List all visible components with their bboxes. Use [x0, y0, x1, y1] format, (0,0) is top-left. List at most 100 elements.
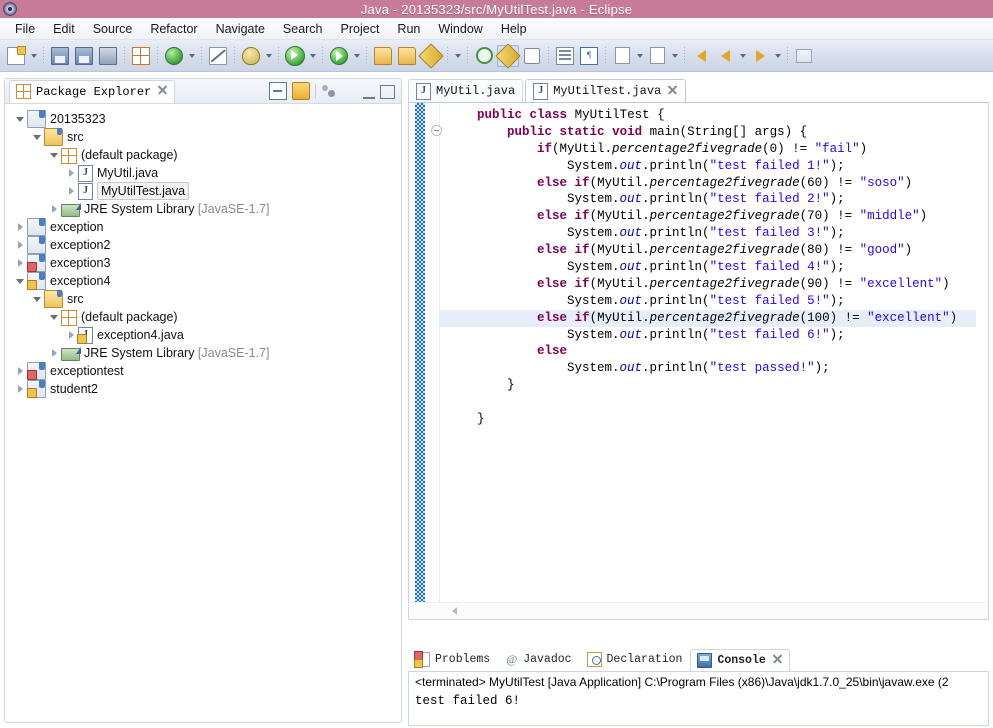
- back-icon[interactable]: [690, 45, 712, 67]
- refresh-icon[interactable]: [163, 45, 185, 67]
- tree-item-exceptiontest[interactable]: exceptiontest: [5, 362, 401, 380]
- tree-item-default-package[interactable]: (default package): [5, 308, 401, 326]
- refresh-dropdown-arrow-icon[interactable]: [186, 45, 197, 67]
- save-icon[interactable]: [49, 45, 71, 67]
- new-class-dropdown-arrow-icon[interactable]: [452, 45, 463, 67]
- toolbar-separator: [467, 46, 468, 65]
- open-task-icon[interactable]: [396, 45, 418, 67]
- new-java-package-icon[interactable]: [130, 45, 152, 67]
- next-annotation-icon[interactable]: [611, 45, 633, 67]
- twisty-expanded-icon[interactable]: [47, 308, 61, 326]
- debug-icon[interactable]: [240, 45, 262, 67]
- new-dropdown-arrow-icon[interactable]: [28, 45, 39, 67]
- menu-item-search[interactable]: Search: [274, 20, 332, 38]
- twisty-collapsed-icon[interactable]: [13, 218, 27, 236]
- tree-item-src[interactable]: src: [5, 128, 401, 146]
- debug-dropdown-arrow-icon[interactable]: [263, 45, 274, 67]
- show-outline-icon[interactable]: [554, 45, 576, 67]
- view-dropdown-icon[interactable]: [342, 83, 358, 99]
- bottom-tab-declaration[interactable]: Declaration: [580, 648, 690, 671]
- maximize-view-icon[interactable]: [380, 85, 395, 99]
- annotation-icon[interactable]: [495, 42, 521, 69]
- menu-item-file[interactable]: File: [6, 20, 44, 38]
- menu-item-edit[interactable]: Edit: [44, 20, 84, 38]
- menu-item-window[interactable]: Window: [429, 20, 491, 38]
- tree-item-exception4-java[interactable]: exception4.java: [5, 326, 401, 344]
- menu-item-run[interactable]: Run: [388, 20, 429, 38]
- scroll-left-arrow-icon[interactable]: [449, 605, 460, 616]
- print-icon[interactable]: [97, 45, 119, 67]
- forward-dropdown-arrow-icon[interactable]: [772, 45, 783, 67]
- editor-horizontal-scrollbar[interactable]: [409, 602, 988, 619]
- editor-left-ruler[interactable]: [409, 103, 442, 619]
- next-annotation-dropdown-arrow-icon[interactable]: [634, 45, 645, 67]
- minimize-view-icon[interactable]: [363, 87, 375, 99]
- run-dropdown-arrow-icon[interactable]: [307, 45, 318, 67]
- menu-item-refactor[interactable]: Refactor: [141, 20, 206, 38]
- link-with-editor-icon[interactable]: [292, 82, 310, 100]
- tree-item-src[interactable]: src: [5, 290, 401, 308]
- run-external-tools-icon[interactable]: [328, 45, 350, 67]
- tree-item-default-package[interactable]: (default package): [5, 146, 401, 164]
- twisty-collapsed-icon[interactable]: [13, 236, 27, 254]
- new-icon[interactable]: [5, 45, 27, 67]
- twisty-collapsed-icon[interactable]: [64, 164, 78, 182]
- console-output-area[interactable]: <terminated> MyUtilTest [Java Applicatio…: [408, 671, 989, 726]
- twisty-collapsed-icon[interactable]: [64, 182, 78, 200]
- tree-item-jre-system-library[interactable]: JRE System Library [JavaSE-1.7]: [5, 200, 401, 218]
- tree-item-myutiltest-java[interactable]: MyUtilTest.java: [5, 182, 401, 200]
- forward-back-icon[interactable]: [714, 45, 736, 67]
- editor-tab-myutiltest-java[interactable]: MyUtilTest.java: [525, 79, 687, 102]
- external-tools-dropdown-arrow-icon[interactable]: [351, 45, 362, 67]
- show-whitespace-icon[interactable]: ¶: [578, 45, 600, 67]
- twisty-collapsed-icon[interactable]: [64, 326, 78, 344]
- view-menu-icon[interactable]: [321, 83, 337, 99]
- open-type-icon[interactable]: [372, 45, 394, 67]
- bottom-tab-javadoc[interactable]: @ Javadoc: [498, 648, 578, 671]
- forward-icon[interactable]: [749, 45, 771, 67]
- tree-item-label: (default package): [81, 309, 178, 325]
- twisty-expanded-icon[interactable]: [30, 290, 44, 308]
- editor-tab-myutil-java[interactable]: MyUtil.java: [408, 79, 524, 102]
- code-line: System.out.println("test failed 5!");: [447, 293, 845, 308]
- twisty-collapsed-icon[interactable]: [47, 200, 61, 218]
- menu-item-navigate[interactable]: Navigate: [207, 20, 274, 38]
- bottom-tab-console[interactable]: Console: [690, 649, 790, 671]
- tree-item-student2[interactable]: student2: [5, 380, 401, 398]
- toggle-mark-occurrences-icon[interactable]: [521, 45, 543, 67]
- twisty-expanded-icon[interactable]: [13, 272, 27, 290]
- tab-package-explorer[interactable]: Package Explorer: [9, 79, 176, 103]
- twisty-expanded-icon[interactable]: [13, 110, 27, 128]
- back-dropdown-arrow-icon[interactable]: [737, 45, 748, 67]
- tree-item-jre-system-library[interactable]: JRE System Library [JavaSE-1.7]: [5, 344, 401, 362]
- skip-breakpoints-icon[interactable]: [207, 45, 229, 67]
- twisty-collapsed-icon[interactable]: [47, 344, 61, 362]
- tree-item-exception[interactable]: exception: [5, 218, 401, 236]
- previous-annotation-icon[interactable]: [646, 45, 668, 67]
- collapse-all-icon[interactable]: [269, 82, 287, 100]
- twisty-collapsed-icon[interactable]: [13, 254, 27, 272]
- tree-item-exception3[interactable]: exception3: [5, 254, 401, 272]
- twisty-collapsed-icon[interactable]: [13, 380, 27, 398]
- run-icon[interactable]: [284, 45, 306, 67]
- tree-item-myutil-java[interactable]: MyUtil.java: [5, 164, 401, 182]
- menu-item-project[interactable]: Project: [332, 20, 389, 38]
- close-icon[interactable]: [772, 653, 783, 668]
- previous-annotation-dropdown-arrow-icon[interactable]: [669, 45, 680, 67]
- perspective-icon[interactable]: [793, 45, 815, 67]
- save-all-icon[interactable]: [73, 45, 95, 67]
- twisty-expanded-icon[interactable]: [47, 146, 61, 164]
- close-icon[interactable]: [667, 84, 678, 99]
- close-icon[interactable]: [157, 84, 168, 99]
- code-text[interactable]: public class MyUtilTest { public static …: [440, 107, 976, 601]
- new-java-class-icon[interactable]: [418, 42, 444, 69]
- search-icon[interactable]: [473, 45, 495, 67]
- bottom-tab-problems[interactable]: Problems: [408, 648, 497, 671]
- twisty-collapsed-icon[interactable]: [13, 362, 27, 380]
- tree-item-exception4[interactable]: exception4: [5, 272, 401, 290]
- tree-item-exception2[interactable]: exception2: [5, 236, 401, 254]
- twisty-expanded-icon[interactable]: [30, 128, 44, 146]
- menu-item-help[interactable]: Help: [492, 20, 536, 38]
- menu-item-source[interactable]: Source: [84, 20, 142, 38]
- tree-item-20135323[interactable]: 20135323: [5, 110, 401, 128]
